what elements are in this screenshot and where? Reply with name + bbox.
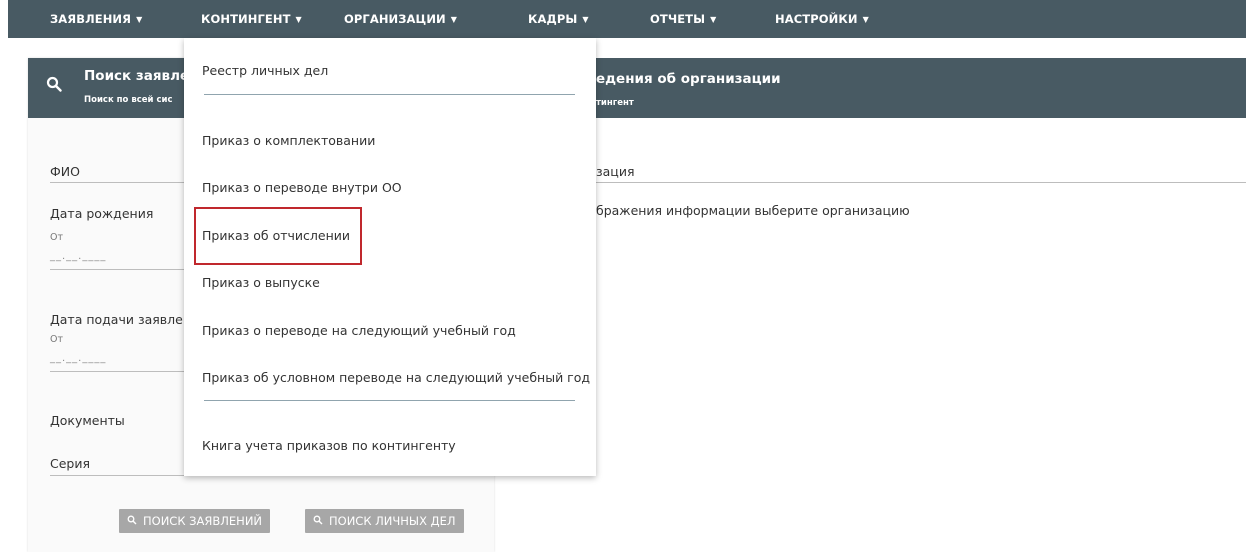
menu-divider	[204, 400, 575, 401]
caret-down-icon: ▼	[295, 15, 302, 24]
submit-date-from-label: От	[50, 334, 64, 345]
birth-date-from-input[interactable]: __.__.____	[50, 251, 106, 262]
highlight-box	[194, 207, 362, 265]
nav-item-reports[interactable]: ОТЧЕТЫ ▼	[650, 0, 716, 38]
nav-label: НАСТРОЙКИ	[775, 12, 858, 26]
search-icon	[46, 76, 62, 96]
nav-item-contingent[interactable]: КОНТИНГЕНТ ▼	[201, 0, 302, 38]
nav-item-organizations[interactable]: ОРГАНИЗАЦИИ ▼	[344, 0, 457, 38]
menu-item-personal-files-registry[interactable]: Реестр личных дел	[202, 63, 328, 78]
caret-down-icon: ▼	[710, 15, 717, 24]
caret-down-icon: ▼	[136, 15, 143, 24]
search-panel-subtitle: Поиск по всей сис	[84, 95, 173, 105]
search-icon	[127, 509, 137, 533]
nav-label: ЗАЯВЛЕНИЯ	[50, 12, 132, 26]
nav-label: ОРГАНИЗАЦИИ	[344, 12, 446, 26]
nav-label: ОТЧЕТЫ	[650, 12, 706, 26]
nav-item-applications[interactable]: ЗАЯВЛЕНИЯ ▼	[50, 0, 142, 38]
organization-info-title: едения об организации	[596, 71, 781, 87]
menu-item-next-year-transfer-order[interactable]: Приказ о переводе на следующий учебный г…	[202, 323, 516, 338]
menu-item-staffing-order[interactable]: Приказ о комплектовании	[202, 133, 375, 148]
submit-date-label: Дата подачи заявлен	[50, 312, 191, 327]
top-navigation: ЗАЯВЛЕНИЯ ▼ КОНТИНГЕНТ ▼ ОРГАНИЗАЦИИ ▼ КАДР…	[8, 0, 1246, 38]
search-records-button[interactable]: ПОИСК ЛИЧНЫХ ДЕЛ	[305, 509, 464, 533]
search-icon	[313, 509, 323, 533]
nav-item-staff[interactable]: КАДРЫ ▼	[528, 0, 589, 38]
series-field[interactable]: Серия	[50, 456, 90, 471]
organization-hint: бражения информации выберите организацию	[596, 203, 910, 218]
button-label: ПОИСК ЗАЯВЛЕНИЙ	[143, 514, 263, 528]
search-panel-title: Поиск заявле	[84, 68, 190, 84]
fio-label: ФИО	[50, 164, 80, 179]
birth-date-label: Дата рождения	[50, 206, 154, 221]
nav-label: КОНТИНГЕНТ	[201, 12, 291, 26]
button-label: ПОИСК ЛИЧНЫХ ДЕЛ	[329, 514, 456, 528]
nav-item-settings[interactable]: НАСТРОЙКИ ▼	[775, 0, 869, 38]
menu-item-internal-transfer-order[interactable]: Приказ о переводе внутри ОО	[202, 180, 402, 195]
menu-item-conditional-transfer-order[interactable]: Приказ об условном переводе на следующий…	[202, 370, 590, 385]
nav-label: КАДРЫ	[528, 12, 578, 26]
organization-info-header: едения об организации тингент	[520, 58, 1246, 118]
search-applications-button[interactable]: ПОИСК ЗАЯВЛЕНИЙ	[119, 509, 271, 533]
organization-underline	[596, 182, 1246, 183]
caret-down-icon: ▼	[450, 15, 458, 24]
documents-label: Документы	[50, 413, 125, 428]
organization-select[interactable]: зация	[596, 164, 634, 179]
caret-down-icon: ▼	[862, 15, 869, 24]
menu-item-orders-book[interactable]: Книга учета приказов по контингенту	[202, 438, 456, 453]
caret-down-icon: ▼	[582, 15, 589, 24]
submit-date-from-input[interactable]: __.__.____	[50, 353, 106, 364]
birth-date-from-label: От	[50, 232, 64, 243]
organization-info-subtitle: тингент	[596, 98, 634, 108]
organization-info-panel: едения об организации тингент зация браж…	[520, 58, 1246, 552]
menu-item-graduation-order[interactable]: Приказ о выпуске	[202, 275, 320, 290]
menu-divider	[204, 94, 575, 95]
